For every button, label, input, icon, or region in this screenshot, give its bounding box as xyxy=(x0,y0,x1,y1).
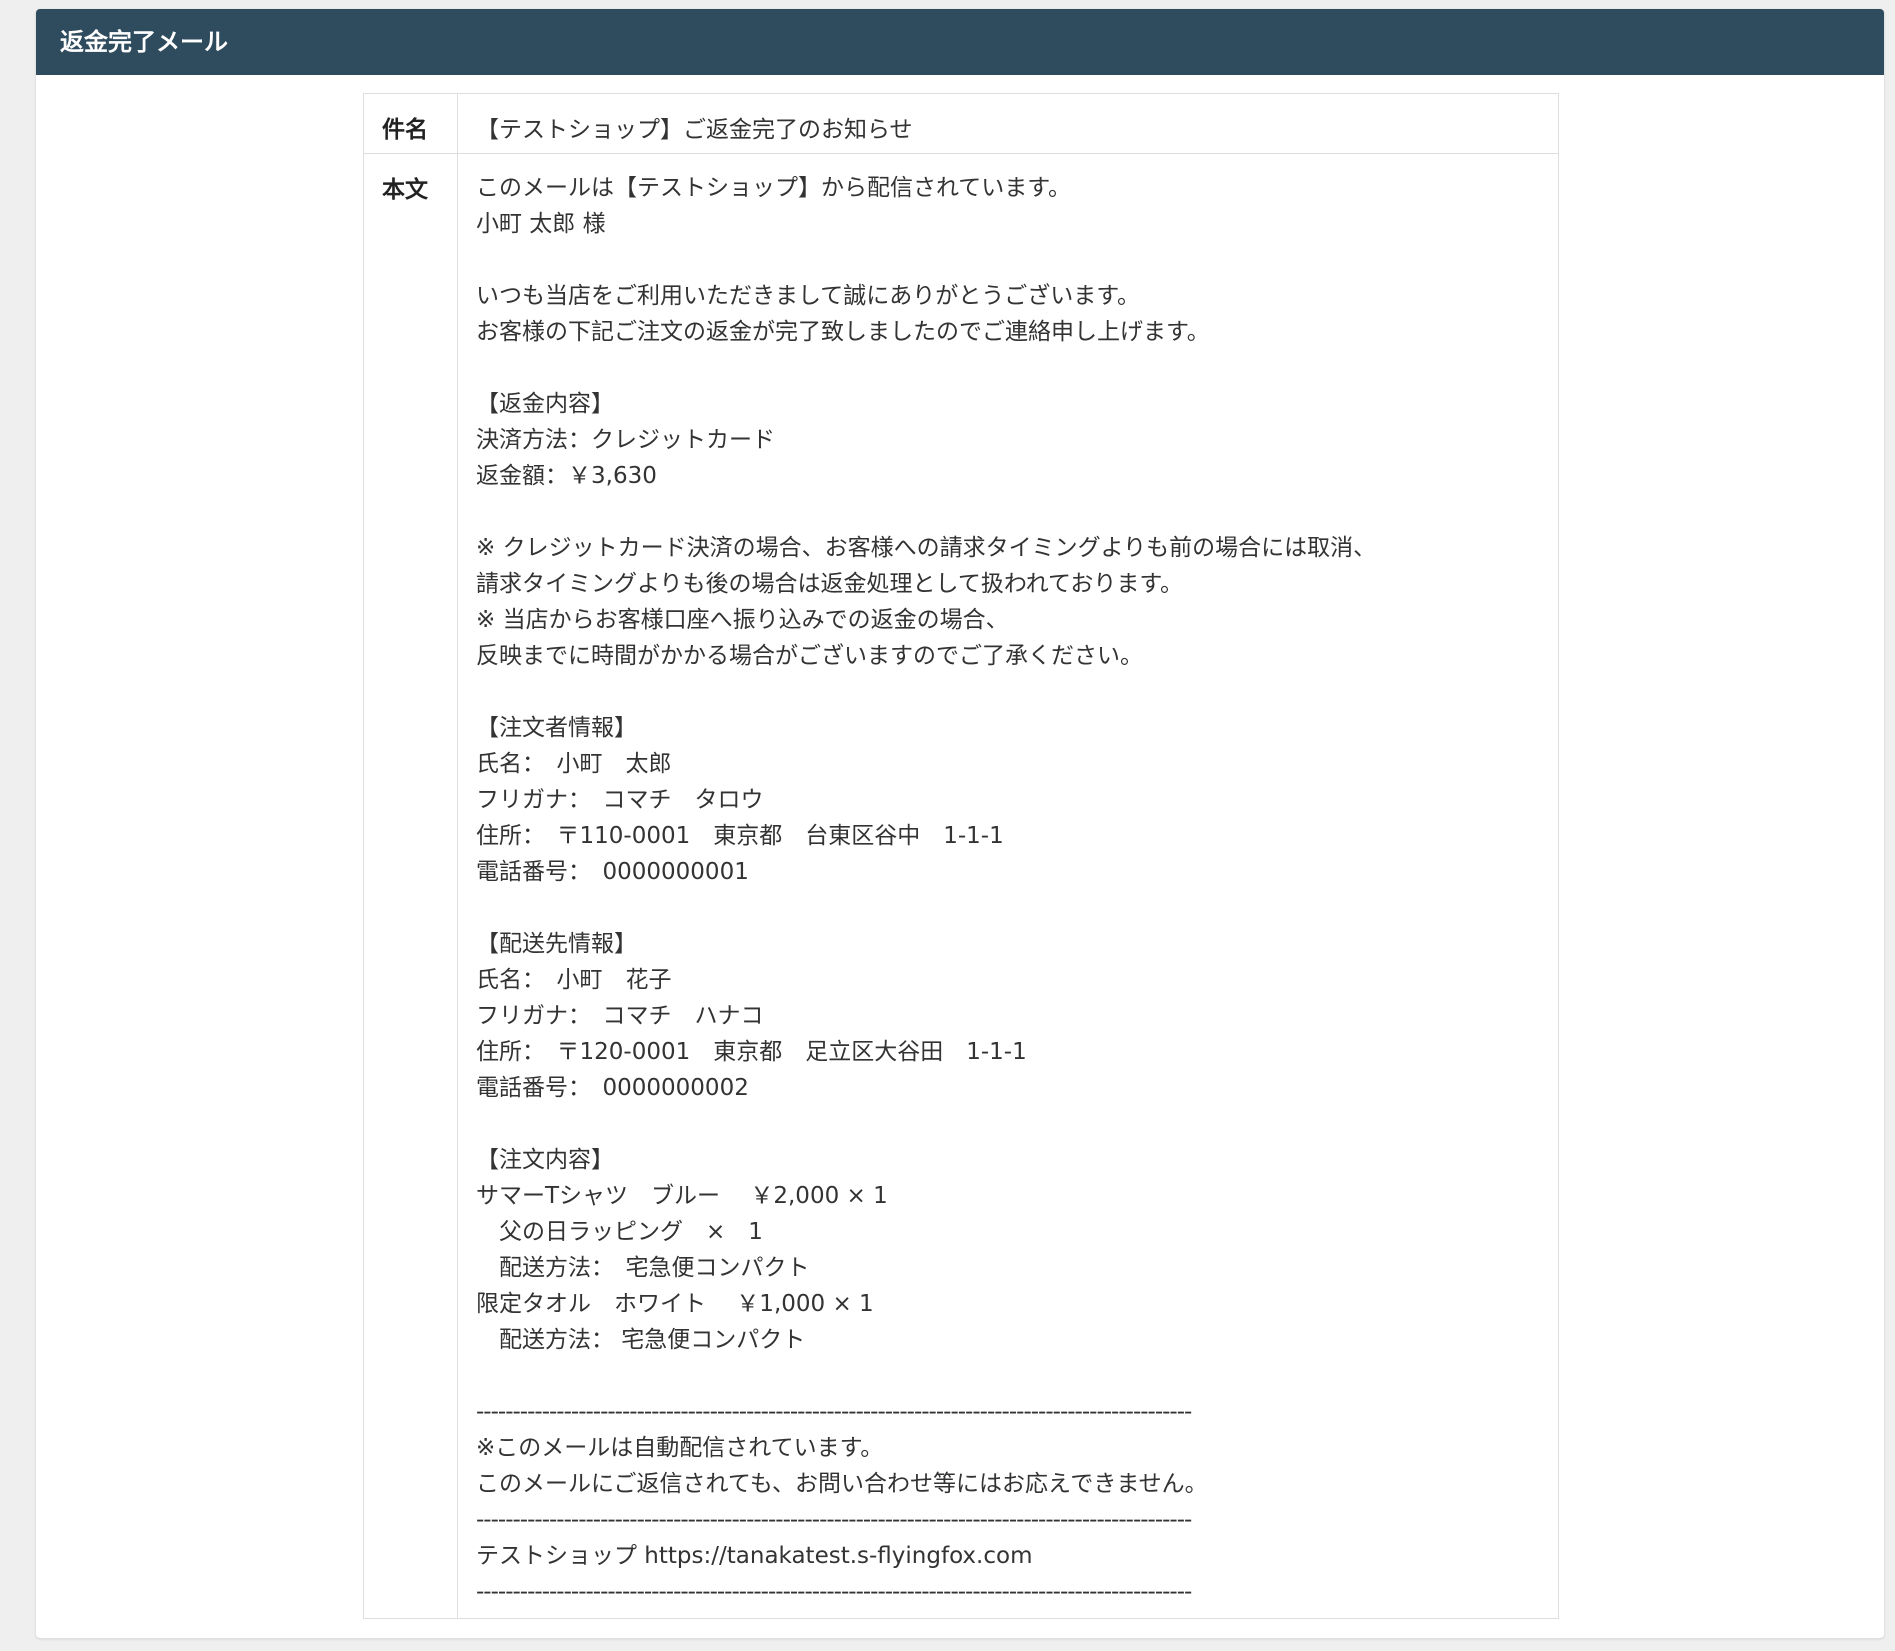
body-line: 住所： 〒110-0001 東京都 台東区谷中 1-1-1 xyxy=(476,823,1004,849)
refund-mail-panel: 返金完了メール 件名 【テストショップ】ご返金完了のお知らせ 本文 このメールは… xyxy=(36,9,1884,1638)
body-line: フリガナ： コマチ ハナコ xyxy=(476,1003,764,1029)
mail-preview-table: 件名 【テストショップ】ご返金完了のお知らせ 本文 このメールは【テストショップ… xyxy=(363,93,1559,1619)
body-line: 【返金内容】 xyxy=(476,391,614,417)
footer-line: ※このメールは自動配信されています。 xyxy=(476,1435,884,1461)
body-line: このメールは【テストショップ】から配信されています。 xyxy=(476,175,1072,201)
body-line xyxy=(476,674,1540,710)
panel-title: 返金完了メール xyxy=(36,9,1884,75)
body-line xyxy=(476,494,1540,530)
body-line xyxy=(476,890,1540,926)
body-line xyxy=(476,242,1540,278)
shop-signature: テストショップ https://tanakatest.s-flyingfox.c… xyxy=(476,1543,1033,1569)
body-line: 父の日ラッピング × 1 xyxy=(476,1219,763,1245)
body-line: 請求タイミングよりも後の場合は返金処理として扱われております。 xyxy=(476,571,1184,597)
body-line xyxy=(476,1358,1540,1394)
body-line: 【注文内容】 xyxy=(476,1147,614,1173)
body-line: ※ 当店からお客様口座へ振り込みでの返金の場合、 xyxy=(476,607,1009,633)
body-line: ※ クレジットカード決済の場合、お客様への請求タイミングよりも前の場合には取消、 xyxy=(476,535,1377,561)
body-line: 【配送先情報】 xyxy=(476,931,637,957)
body-line: 限定タオル ホワイト ￥1,000 × 1 xyxy=(476,1291,874,1317)
body-row: 本文 このメールは【テストショップ】から配信されています。 小町 太郎 様いつも当… xyxy=(363,153,1559,1619)
separator-line: ----------------------------------------… xyxy=(476,1579,1192,1605)
body-line: 配送方法： 宅急便コンパクト xyxy=(476,1327,806,1353)
body-line: 小町 太郎 様 xyxy=(476,211,606,237)
body-line: 決済方法：クレジットカード xyxy=(476,427,775,453)
body-line: 氏名： 小町 太郎 xyxy=(476,751,672,777)
body-label: 本文 xyxy=(363,153,458,1619)
subject-label: 件名 xyxy=(363,93,458,154)
body-line xyxy=(476,1106,1540,1142)
separator-line: ----------------------------------------… xyxy=(476,1399,1192,1425)
body-line xyxy=(476,350,1540,386)
body-line: 電話番号： 0000000001 xyxy=(476,859,749,885)
body-line: サマーTシャツ ブルー ￥2,000 × 1 xyxy=(476,1183,888,1209)
body-line: フリガナ： コマチ タロウ xyxy=(476,787,764,813)
body-line: お客様の下記ご注文の返金が完了致しましたのでご連絡申し上げます。 xyxy=(476,319,1210,345)
body-line: 【注文者情報】 xyxy=(476,715,637,741)
subject-row: 件名 【テストショップ】ご返金完了のお知らせ xyxy=(363,93,1559,154)
separator-line: ----------------------------------------… xyxy=(476,1507,1192,1533)
body-line: 反映までに時間がかかる場合がございますのでご了承ください。 xyxy=(476,643,1143,669)
body-line: いつも当店をご利用いただきまして誠にありがとうございます。 xyxy=(476,283,1141,309)
body-line: 住所： 〒120-0001 東京都 足立区大谷田 1-1-1 xyxy=(476,1039,1027,1065)
body-line: 氏名： 小町 花子 xyxy=(476,967,672,993)
body-line: 電話番号： 0000000002 xyxy=(476,1075,749,1101)
footer-line: このメールにご返信されても、お問い合わせ等にはお応えできません。 xyxy=(476,1471,1208,1497)
body-line: 返金額：￥3,630 xyxy=(476,463,657,489)
body-line: 配送方法： 宅急便コンパクト xyxy=(476,1255,810,1281)
subject-value: 【テストショップ】ご返金完了のお知らせ xyxy=(457,93,1559,154)
body-content: このメールは【テストショップ】から配信されています。 小町 太郎 様いつも当店をご… xyxy=(457,153,1559,1619)
body-text: このメールは【テストショップ】から配信されています。 小町 太郎 様いつも当店をご… xyxy=(476,170,1540,1394)
